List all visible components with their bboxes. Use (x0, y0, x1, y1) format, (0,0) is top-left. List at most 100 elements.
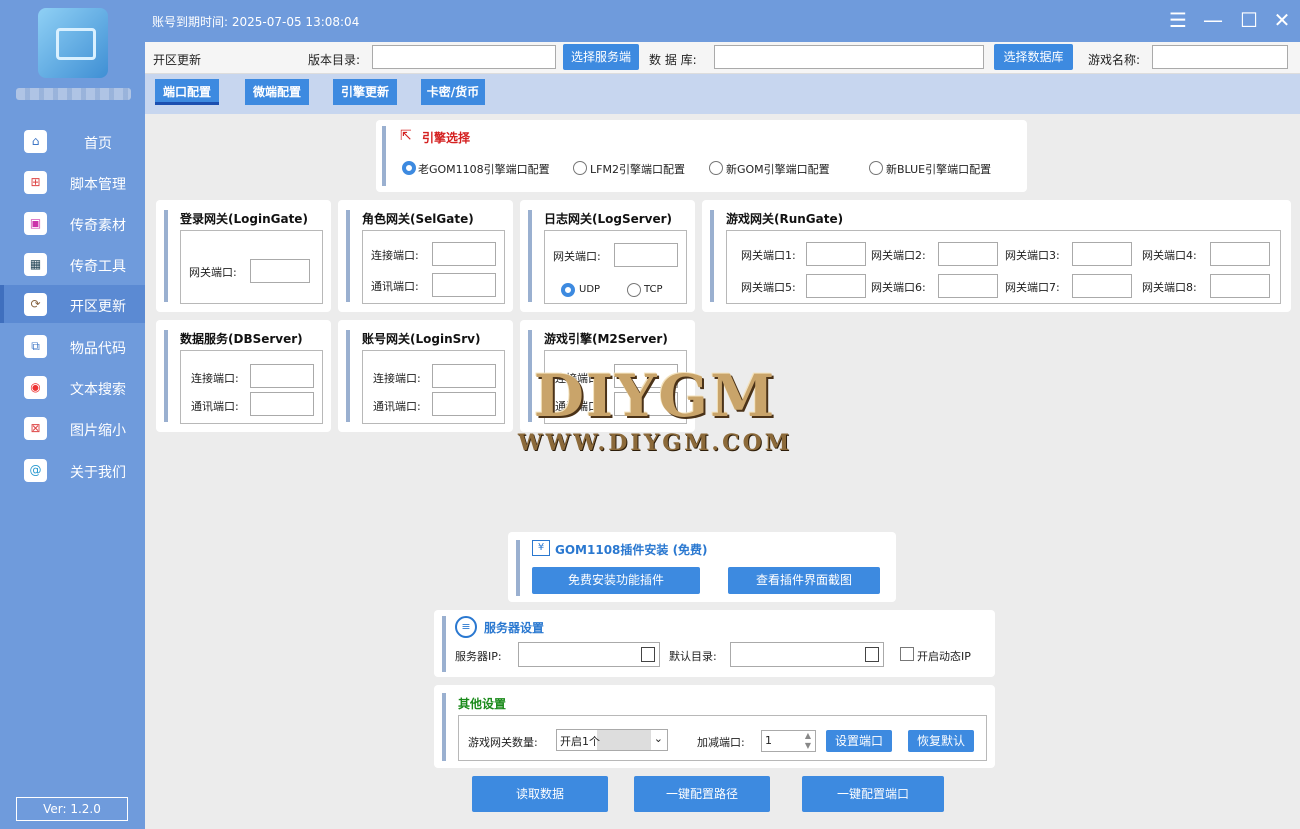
sidebar-item-shrink[interactable]: ⊠ 图片缩小 (0, 409, 145, 447)
game-name-input[interactable] (1152, 45, 1288, 69)
sidebar-item-code[interactable]: ⧉ 物品代码 (0, 327, 145, 365)
config-path-button[interactable]: 一键配置路径 (634, 776, 770, 812)
field-label: 服务器IP: (455, 650, 502, 663)
config-port-button[interactable]: 一键配置端口 (802, 776, 944, 812)
dynamic-ip-checkbox[interactable] (900, 647, 914, 661)
expire-info: 账号到期时间: 2025-07-05 13:08:04 (152, 13, 359, 30)
engine-radio-new-gom[interactable] (709, 161, 723, 175)
sidebar-item-material[interactable]: ▣ 传奇素材 (0, 204, 145, 242)
diygm-watermark-logo: DIYGM WWW.DIYGM.COM (490, 362, 820, 472)
engine-option-label: LFM2引擎端口配置 (590, 163, 685, 176)
field-label: 网关端口1: (741, 249, 796, 262)
sidebar-item-update[interactable]: ⟳ 开区更新 (0, 285, 145, 323)
sidebar-item-about[interactable]: @ 关于我们 (0, 451, 145, 489)
inc-port-stepper[interactable]: 1 ▲ ▼ (761, 730, 816, 752)
run-gate-title: 游戏网关(RunGate) (726, 212, 844, 226)
version-dir-input[interactable] (372, 45, 556, 69)
engine-option-label: 新BLUE引擎端口配置 (886, 163, 992, 176)
m2-server-title: 游戏引擎(M2Server) (544, 332, 668, 346)
sidebar-item-search[interactable]: ◉ 文本搜索 (0, 368, 145, 406)
db-server-title: 数据服务(DBServer) (180, 332, 303, 346)
inc-port-value: 1 (765, 734, 772, 747)
close-icon[interactable]: ✕ (1268, 6, 1296, 34)
field-label: 网关端口5: (741, 281, 796, 294)
run-gate-port1-input[interactable] (806, 242, 866, 266)
game-name-label: 游戏名称: (1088, 53, 1141, 67)
select-server-button[interactable]: 选择服务端 (563, 44, 639, 70)
db-server-conn-input[interactable] (250, 364, 314, 388)
login-gate-port-input[interactable] (250, 259, 310, 283)
plugin-title: GOM1108插件安装 (免费) (555, 543, 708, 557)
engine-select-panel: ⇱ 引擎选择 老GOM1108引擎端口配置 LFM2引擎端口配置 新GOM引擎端… (376, 120, 1027, 192)
run-gate-port7-input[interactable] (1072, 274, 1132, 298)
stepper-arrows-icon[interactable]: ▲ ▼ (805, 731, 811, 751)
sel-gate-conn-input[interactable] (432, 242, 496, 266)
server-ip-input[interactable] (518, 642, 660, 667)
avatar[interactable] (38, 8, 108, 78)
username-blurred (16, 88, 131, 100)
log-udp-radio[interactable] (561, 283, 575, 297)
view-plugin-screenshot-button[interactable]: 查看插件界面截图 (728, 567, 880, 594)
refresh-icon: ⟳ (24, 293, 47, 316)
install-plugin-button[interactable]: 免费安装功能插件 (532, 567, 700, 594)
field-label: 网关端口6: (871, 281, 926, 294)
grid-icon: ▦ (24, 253, 47, 276)
engine-radio-gom1108[interactable] (402, 161, 416, 175)
engine-option-label: 老GOM1108引擎端口配置 (418, 163, 550, 176)
engine-radio-lfm2[interactable] (573, 161, 587, 175)
read-data-button[interactable]: 读取数据 (472, 776, 608, 812)
gate-count-select[interactable]: 开启1个 ⌄ (556, 729, 668, 751)
tab-port-config[interactable]: 端口配置 (155, 79, 219, 105)
sidebar-item-tools[interactable]: ▦ 传奇工具 (0, 245, 145, 283)
expire-value: 2025-07-05 13:08:04 (231, 15, 360, 29)
run-gate-port5-input[interactable] (806, 274, 866, 298)
database-input[interactable] (714, 45, 984, 69)
default-dir-input[interactable] (730, 642, 884, 667)
sel-gate-title: 角色网关(SelGate) (362, 212, 474, 226)
run-gate-panel: 游戏网关(RunGate) 网关端口1: 网关端口2: 网关端口3: 网关端口4… (702, 200, 1291, 312)
minimize-icon[interactable]: — (1199, 6, 1227, 34)
login-srv-panel: 账号网关(LoginSrv) 连接端口: 通讯端口: (338, 320, 513, 432)
log-server-title: 日志网关(LogServer) (544, 212, 673, 226)
login-srv-comm-input[interactable] (432, 392, 496, 416)
plugin-panel: ¥ GOM1108插件安装 (免费) 免费安装功能插件 查看插件界面截图 (508, 532, 896, 602)
field-label: 通讯端口: (191, 400, 239, 413)
log-server-port-input[interactable] (614, 243, 678, 267)
menu-icon[interactable]: ☰ (1164, 6, 1192, 34)
db-server-comm-input[interactable] (250, 392, 314, 416)
run-gate-port8-input[interactable] (1210, 274, 1270, 298)
copy-icon[interactable] (641, 647, 655, 662)
field-label: 网关端口8: (1142, 281, 1197, 294)
engine-select-icon: ⇱ (400, 128, 412, 144)
login-srv-conn-input[interactable] (432, 364, 496, 388)
restore-default-button[interactable]: 恢复默认 (908, 730, 974, 752)
script-icon: ⊞ (24, 171, 47, 194)
set-port-button[interactable]: 设置端口 (826, 730, 892, 752)
field-label: 网关端口: (553, 250, 601, 263)
other-settings-panel: 其他设置 游戏网关数量: 开启1个 ⌄ 加减端口: 1 ▲ ▼ 设置端口 恢复默认 (434, 685, 995, 768)
run-gate-port2-input[interactable] (938, 242, 998, 266)
run-gate-port6-input[interactable] (938, 274, 998, 298)
engine-radio-new-blue[interactable] (869, 161, 883, 175)
sidebar-item-home[interactable]: ⌂ 首页 (0, 122, 145, 160)
tab-engine-update[interactable]: 引擎更新 (333, 79, 397, 105)
maximize-icon[interactable]: ☐ (1235, 6, 1263, 34)
copy-icon[interactable] (865, 647, 879, 662)
run-gate-port4-input[interactable] (1210, 242, 1270, 266)
home-icon: ⌂ (24, 130, 47, 153)
image-icon: ▣ (24, 212, 47, 235)
tab-card-currency[interactable]: 卡密/货币 (421, 79, 485, 105)
other-settings-title: 其他设置 (458, 697, 507, 711)
select-db-button[interactable]: 选择数据库 (994, 44, 1073, 70)
run-gate-port3-input[interactable] (1072, 242, 1132, 266)
sel-gate-comm-input[interactable] (432, 273, 496, 297)
field-label: 网关端口7: (1005, 281, 1060, 294)
watermark-title: DIYGM (533, 362, 777, 430)
version-dir-label: 版本目录: (308, 53, 361, 67)
tab-micro-config[interactable]: 微端配置 (245, 79, 309, 105)
udp-label: UDP (579, 284, 601, 295)
log-tcp-radio[interactable] (627, 283, 641, 297)
tcp-label: TCP (644, 284, 663, 295)
sidebar-item-script[interactable]: ⊞ 脚本管理 (0, 163, 145, 201)
version-label: Ver: 1.2.0 (16, 797, 128, 821)
